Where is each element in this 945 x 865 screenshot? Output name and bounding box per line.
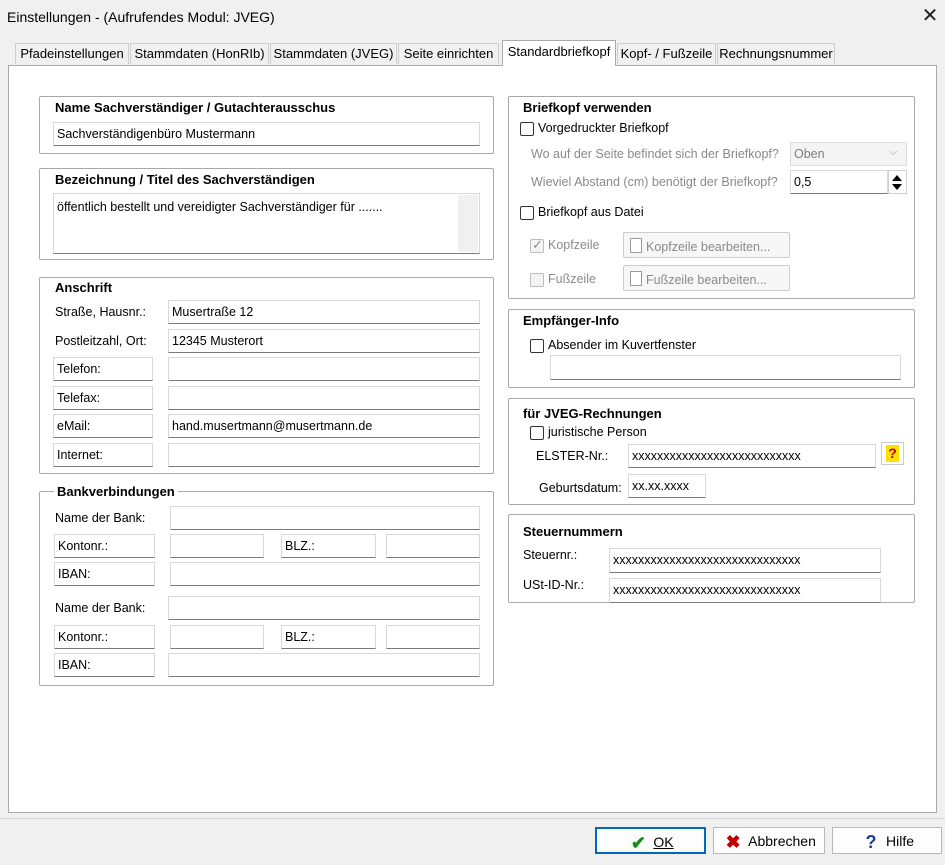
header-label: Kopfzeile <box>548 238 600 252</box>
preprinted-label: Vorgedruckter Briefkopf <box>538 121 669 135</box>
from-file-label: Briefkopf aus Datei <box>538 205 644 219</box>
letterhead-group-title: Briefkopf verwenden <box>523 100 652 115</box>
sender-label: Absender im Kuvertfenster <box>548 338 696 352</box>
bank2-iban-field[interactable] <box>168 653 480 677</box>
header-edit-label: Kopfzeile bearbeiten... <box>646 240 771 254</box>
footer-label: Fußzeile <box>548 272 596 286</box>
position-select[interactable]: Oben ⌵ <box>790 142 907 166</box>
zip-city-field[interactable]: 12345 Musterort <box>168 329 480 353</box>
bank1-account-field[interactable] <box>170 534 264 558</box>
name-field[interactable]: Sachverständigenbüro Mustermann <box>53 122 480 146</box>
street-label: Straße, Hausnr.: <box>55 305 147 319</box>
bank2-blz-field[interactable] <box>386 625 480 649</box>
tab-pfadeinstellungen[interactable]: Pfadeinstellungen <box>15 43 129 64</box>
bank1-blz-field[interactable] <box>386 534 480 558</box>
distance-question: Wieviel Abstand (cm) benötigt der Briefk… <box>531 175 778 189</box>
document-icon <box>630 271 642 286</box>
bank2-account-field[interactable] <box>170 625 264 649</box>
help-label: Hilfe <box>885 833 914 849</box>
spin-down-icon[interactable] <box>892 184 902 190</box>
bank2-name-field[interactable] <box>168 596 480 620</box>
tax-group-title: Steuernummern <box>523 524 623 539</box>
position-question: Wo auf der Seite befindet sich der Brief… <box>531 147 779 161</box>
tab-seite-einrichten[interactable]: Seite einrichten <box>398 43 499 64</box>
footer-edit-button[interactable]: Fußzeile bearbeiten... <box>623 265 790 291</box>
bank1-name-field[interactable] <box>170 506 480 530</box>
tax-number-field[interactable]: xxxxxxxxxxxxxxxxxxxxxxxxxxxxxx <box>609 548 881 573</box>
title-scrollbar[interactable] <box>458 195 478 252</box>
title-bar: Einstellungen - (Aufrufendes Modul: JVEG… <box>0 0 945 34</box>
cross-icon: ✖ <box>725 832 741 852</box>
help-icon: ? <box>886 445 899 462</box>
chevron-down-icon: ⌵ <box>889 146 898 158</box>
help-button[interactable]: ? Hilfe <box>832 827 942 854</box>
ok-label: OK <box>653 834 674 850</box>
dob-label: Geburtsdatum: <box>539 481 622 495</box>
legal-person-checkbox[interactable] <box>530 426 544 440</box>
window-title: Einstellungen - (Aufrufendes Modul: JVEG… <box>7 9 275 25</box>
street-field[interactable]: Musertraße 12 <box>168 300 480 324</box>
dob-field[interactable]: xx.xx.xxxx <box>628 474 706 498</box>
address-group-title: Anschrift <box>55 280 113 295</box>
zip-city-label: Postleitzahl, Ort: <box>55 334 147 348</box>
phone-field[interactable] <box>168 357 480 381</box>
phone-label[interactable]: Telefon: <box>53 357 153 381</box>
bank1-blz-label[interactable]: BLZ.: <box>281 534 376 558</box>
from-file-checkbox[interactable] <box>520 206 534 220</box>
footer-checkbox[interactable] <box>530 273 544 287</box>
fax-field[interactable] <box>168 386 480 410</box>
elster-label: ELSTER-Nr.: <box>536 449 609 463</box>
tax-number-label: Steuernr.: <box>523 548 578 562</box>
distance-field[interactable]: 0,5 <box>790 170 888 194</box>
preprinted-checkbox[interactable] <box>520 122 534 136</box>
elster-help-button[interactable]: ? <box>881 442 904 465</box>
email-field[interactable]: hand.musertmann@musertmann.de <box>168 414 480 438</box>
tab-rechnungsnummer[interactable]: Rechnungsnummer <box>717 43 835 64</box>
recipient-group-title: Empfänger-Info <box>523 313 620 328</box>
bank1-iban-label[interactable]: IBAN: <box>54 562 155 586</box>
distance-spin[interactable] <box>888 170 907 194</box>
header-edit-button[interactable]: Kopfzeile bearbeiten... <box>623 232 790 258</box>
name-group-title: Name Sachverständiger / Gutachterausschu… <box>55 100 336 115</box>
document-icon <box>630 238 642 253</box>
bank2-name-label: Name der Bank: <box>55 601 146 615</box>
title-group-title: Bezeichnung / Titel des Sachverständigen <box>55 172 315 187</box>
elster-field[interactable]: xxxxxxxxxxxxxxxxxxxxxxxxxxx <box>628 444 876 468</box>
close-icon[interactable]: ✕ <box>918 4 942 28</box>
internet-field[interactable] <box>168 443 480 467</box>
cancel-label: Abbrechen <box>748 833 816 849</box>
bank1-name-label: Name der Bank: <box>55 511 146 525</box>
vat-id-label: USt-ID-Nr.: <box>523 578 585 592</box>
ok-button[interactable]: ✔ OK <box>595 827 706 854</box>
bank1-iban-field[interactable] <box>170 562 480 586</box>
sender-field[interactable] <box>550 355 901 380</box>
tab-standardbriefkopf[interactable]: Standardbriefkopf <box>502 40 616 66</box>
bank2-account-label[interactable]: Kontonr.: <box>54 625 155 649</box>
header-checkbox[interactable] <box>530 237 544 253</box>
bank1-account-label[interactable]: Kontonr.: <box>54 534 155 558</box>
checkmark-icon: ✔ <box>630 833 646 853</box>
tab-stammdaten-jveg[interactable]: Stammdaten (JVEG) <box>270 43 397 64</box>
position-select-value: Oben <box>794 147 825 161</box>
sender-checkbox[interactable] <box>530 339 544 353</box>
email-label[interactable]: eMail: <box>53 414 153 438</box>
internet-label[interactable]: Internet: <box>53 443 153 467</box>
question-icon: ? <box>865 832 877 852</box>
fax-label[interactable]: Telefax: <box>53 386 153 410</box>
legal-person-label: juristische Person <box>548 425 647 439</box>
cancel-button[interactable]: ✖ Abbrechen <box>713 827 825 854</box>
title-textarea[interactable]: öffentlich bestellt und vereidigter Sach… <box>53 193 480 254</box>
footer-edit-label: Fußzeile bearbeiten... <box>646 273 767 287</box>
bank2-iban-label[interactable]: IBAN: <box>54 653 155 677</box>
tab-stammdaten-honrib[interactable]: Stammdaten (HonRIb) <box>130 43 269 64</box>
spin-up-icon[interactable] <box>892 175 902 181</box>
tab-kopf-fusszeile[interactable]: Kopf- / Fußzeile <box>617 43 716 64</box>
bank2-blz-label[interactable]: BLZ.: <box>281 625 376 649</box>
vat-id-field[interactable]: xxxxxxxxxxxxxxxxxxxxxxxxxxxxxx <box>609 578 881 603</box>
jveg-group-title: für JVEG-Rechnungen <box>523 406 662 421</box>
bank-group-title: Bankverbindungen <box>54 484 178 499</box>
